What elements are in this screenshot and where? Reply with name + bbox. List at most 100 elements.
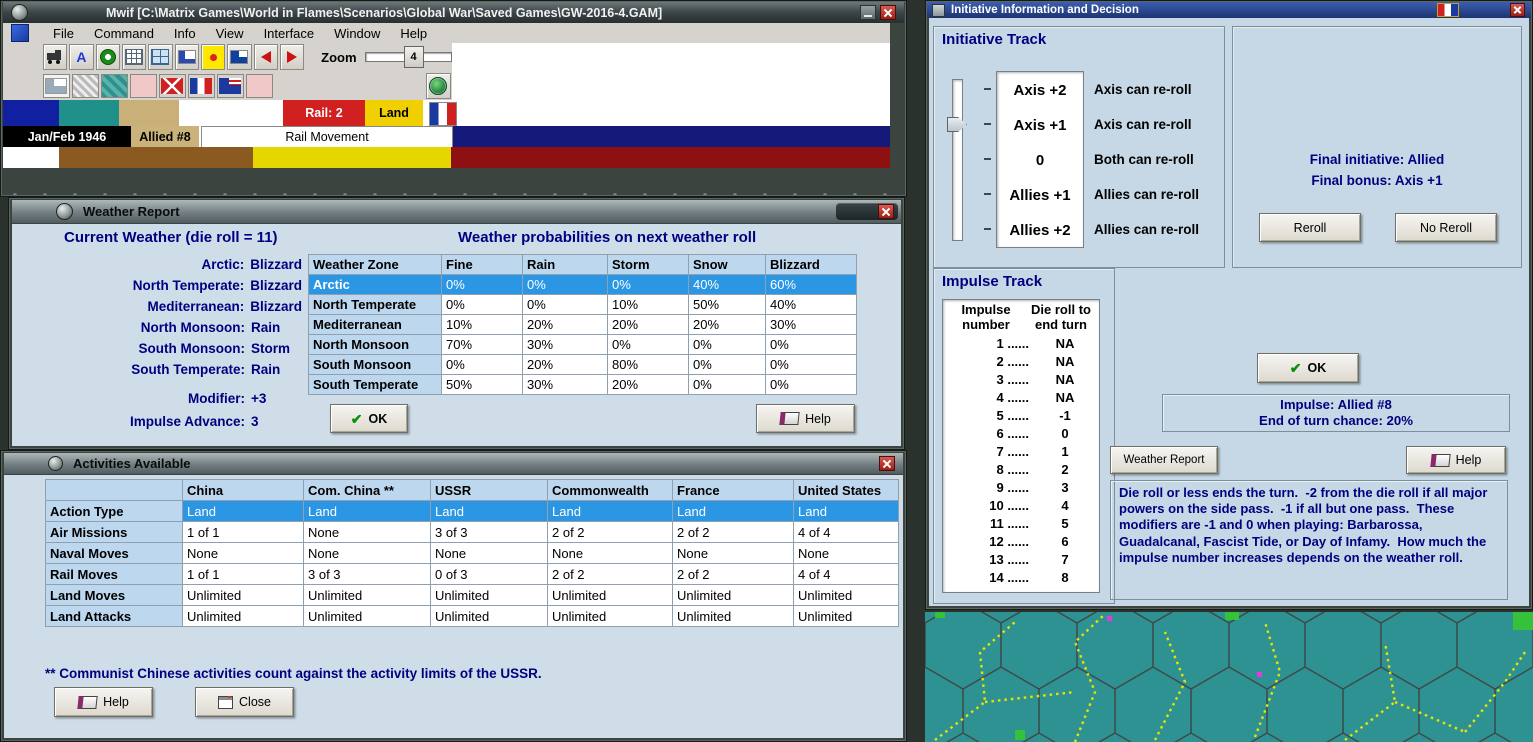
menu-window[interactable]: Window (324, 26, 390, 41)
row-label[interactable]: Land Moves (45, 584, 183, 606)
zoom-slider-thumb[interactable]: 4 (403, 46, 424, 68)
menu-info[interactable]: Info (164, 26, 206, 41)
table-cell[interactable]: Unlimited (303, 605, 431, 627)
table-cell[interactable]: 0% (765, 334, 857, 355)
row-label[interactable]: Mediterranean (308, 314, 442, 335)
table-cell[interactable]: 30% (765, 314, 857, 335)
table-cell[interactable]: Land (547, 500, 673, 522)
table-cell[interactable]: Land (672, 500, 794, 522)
weather-help-button[interactable]: Help (756, 404, 855, 433)
table-cell[interactable]: 50% (441, 374, 523, 395)
initiative-help-button[interactable]: Help (1406, 446, 1506, 474)
table-cell[interactable]: Unlimited (672, 584, 794, 606)
minimize-button[interactable] (860, 5, 876, 20)
table-cell[interactable]: Unlimited (547, 605, 673, 627)
activities-help-button[interactable]: Help (54, 687, 153, 717)
table-cell[interactable]: 70% (441, 334, 523, 355)
font-button[interactable]: A (69, 44, 94, 70)
row-label[interactable]: South Monsoon (308, 354, 442, 375)
table-cell[interactable]: 30% (522, 374, 608, 395)
table-cell[interactable]: 0% (765, 354, 857, 375)
country-flag-button[interactable] (227, 44, 252, 70)
table-cell[interactable]: 50% (688, 294, 766, 315)
table-cell[interactable]: 1 of 1 (182, 563, 304, 585)
table-cell[interactable]: 4 of 4 (793, 521, 899, 543)
table-cell[interactable]: 0 of 3 (430, 563, 548, 585)
table-cell[interactable]: 80% (607, 354, 689, 375)
menu-interface[interactable]: Interface (254, 26, 325, 41)
initiative-ok-button[interactable]: ✔ OK (1257, 353, 1359, 383)
weather-report-button[interactable]: Weather Report (1110, 446, 1218, 474)
grid-button[interactable] (121, 44, 147, 70)
menu-view[interactable]: View (206, 26, 254, 41)
pink-flag-button[interactable] (129, 73, 157, 98)
table-cell[interactable]: 3 of 3 (303, 563, 431, 585)
table-cell[interactable]: 60% (765, 274, 857, 295)
table-cell[interactable]: 30% (522, 334, 608, 355)
row-label[interactable]: Arctic (308, 274, 442, 295)
table-cell[interactable]: Unlimited (430, 605, 548, 627)
window-grid-button[interactable] (148, 44, 173, 70)
initiative-slider-track[interactable] (952, 79, 963, 241)
table-cell[interactable]: None (547, 542, 673, 564)
table-cell[interactable]: Land (430, 500, 548, 522)
menu-command[interactable]: Command (84, 26, 164, 41)
terrain-button[interactable] (100, 73, 128, 98)
table-cell[interactable]: 0% (607, 274, 689, 295)
table-cell[interactable]: None (303, 521, 431, 543)
table-cell[interactable]: 0% (441, 274, 523, 295)
table-cell[interactable]: 20% (522, 314, 608, 335)
globe-button[interactable] (425, 72, 451, 99)
table-cell[interactable]: 1 of 1 (182, 521, 304, 543)
table-cell[interactable]: 0% (688, 354, 766, 375)
table-cell[interactable]: 20% (607, 374, 689, 395)
zoom-slider[interactable]: 4 (364, 46, 453, 68)
row-label[interactable]: North Monsoon (308, 334, 442, 355)
rail-mode-button[interactable] (43, 44, 68, 70)
table-cell[interactable]: 2 of 2 (547, 521, 673, 543)
table-cell[interactable]: 10% (441, 314, 523, 335)
main-titlebar[interactable]: Mwif [C:\Matrix Games\World in Flames\Sc… (3, 2, 904, 23)
row-label[interactable]: South Temperate (308, 374, 442, 395)
table-cell[interactable]: 0% (765, 374, 857, 395)
table-cell[interactable]: None (430, 542, 548, 564)
table-cell[interactable]: 0% (441, 354, 523, 375)
table-cell[interactable]: None (182, 542, 304, 564)
usa-flag-button[interactable] (216, 73, 244, 98)
initiative-slider-thumb[interactable] (947, 117, 967, 132)
naval-flag-button[interactable] (158, 73, 186, 98)
no-reroll-button[interactable]: No Reroll (1395, 213, 1497, 242)
weather-ok-button[interactable]: ✔ OK (330, 404, 408, 433)
table-row-selected[interactable]: Arctic 0% 0% 0% 40% 60% (308, 274, 857, 295)
table-cell[interactable]: Unlimited (547, 584, 673, 606)
table-cell[interactable]: Unlimited (303, 584, 431, 606)
reroll-button[interactable]: Reroll (1259, 213, 1361, 242)
initiative-close-button[interactable] (1510, 3, 1525, 17)
row-label[interactable]: North Temperate (308, 294, 442, 315)
table-cell[interactable]: 40% (765, 294, 857, 315)
table-cell[interactable]: Land (793, 500, 899, 522)
weather-titlebar[interactable]: Weather Report (12, 200, 901, 223)
target-button[interactable] (95, 44, 120, 70)
table-cell[interactable]: 0% (688, 374, 766, 395)
table-cell[interactable]: Land (303, 500, 431, 522)
table-row-selected[interactable]: Action Type Land Land Land Land Land Lan… (45, 500, 899, 522)
map-view[interactable] (925, 612, 1533, 742)
menu-file[interactable]: File (43, 26, 84, 41)
initiative-titlebar[interactable]: Initiative Information and Decision (927, 2, 1531, 18)
table-row[interactable]: North Temperate 0% 0% 10% 50% 40% (308, 294, 857, 315)
table-cell[interactable]: 2 of 2 (547, 563, 673, 585)
highlight-button[interactable] (200, 44, 226, 70)
table-cell[interactable]: 2 of 2 (672, 563, 794, 585)
table-row[interactable]: Land Attacks Unlimited Unlimited Unlimit… (45, 605, 899, 627)
neutral-flag-button[interactable] (43, 73, 70, 98)
table-cell[interactable]: Unlimited (182, 584, 304, 606)
table-cell[interactable]: 40% (688, 274, 766, 295)
activities-titlebar[interactable]: Activities Available (4, 453, 903, 474)
table-row[interactable]: North Monsoon 70% 30% 0% 0% 0% (308, 334, 857, 355)
weather-close-button[interactable] (878, 204, 894, 219)
table-cell[interactable]: Unlimited (672, 605, 794, 627)
table-cell[interactable]: Unlimited (793, 605, 899, 627)
row-label[interactable]: Naval Moves (45, 542, 183, 564)
row-label[interactable]: Action Type (45, 500, 183, 522)
